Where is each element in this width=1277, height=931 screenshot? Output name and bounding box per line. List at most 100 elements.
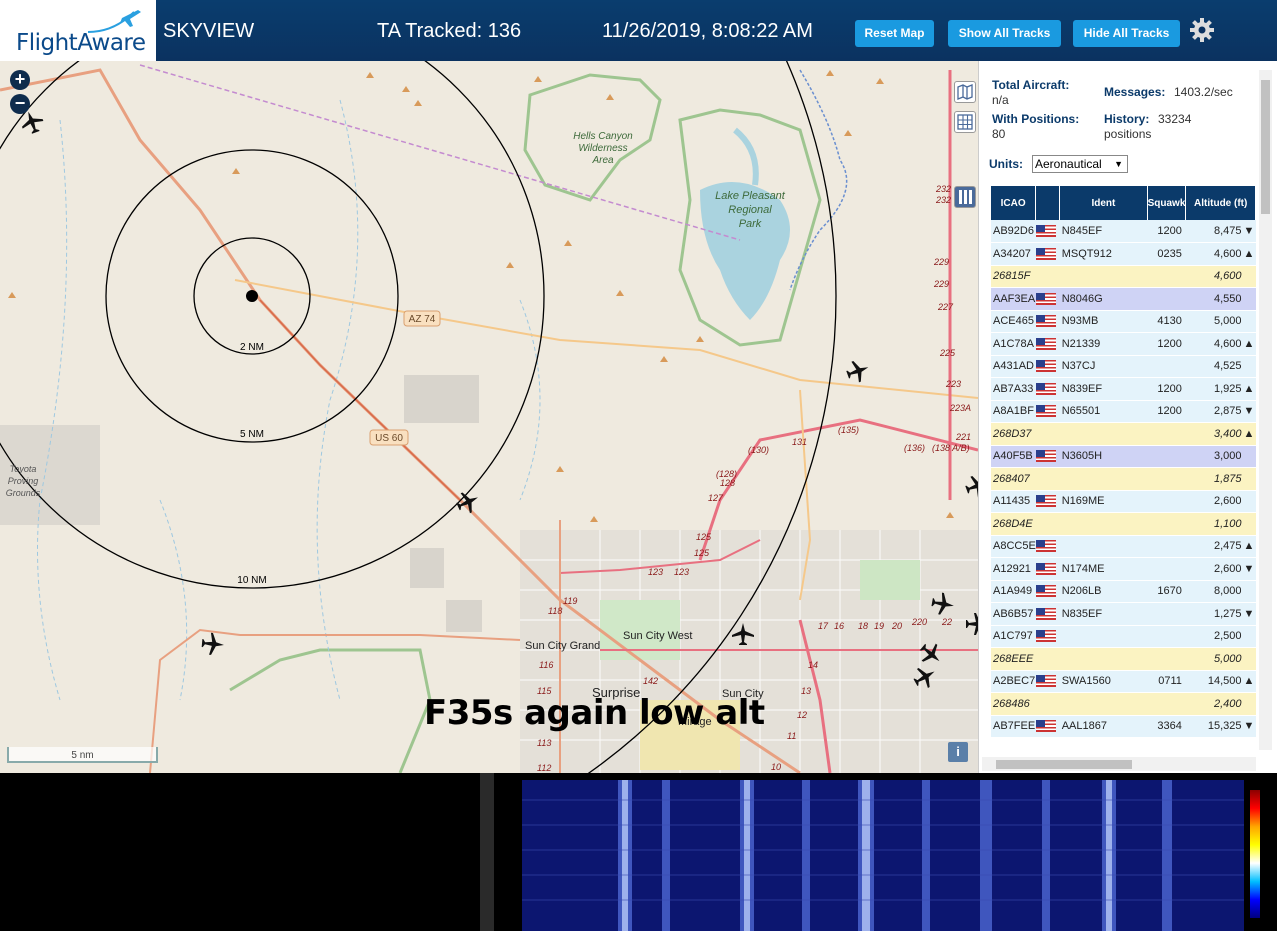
- aircraft-icao: A11435: [991, 490, 1036, 513]
- flightaware-logo[interactable]: FlightAware: [0, 0, 156, 61]
- aircraft-icon[interactable]: [930, 591, 956, 617]
- panel-divider[interactable]: [480, 773, 494, 931]
- table-row[interactable]: 268D37 3,400 ▲: [991, 422, 1256, 446]
- svg-text:223: 223: [945, 379, 961, 389]
- aircraft-icon[interactable]: [964, 611, 978, 637]
- us-flag-icon: [1035, 540, 1056, 553]
- aircraft-altitude: 4,600: [1185, 265, 1244, 288]
- aircraft-ident: N3605H: [1059, 445, 1148, 468]
- aircraft-icon[interactable]: [912, 664, 938, 690]
- us-flag-icon: [1035, 675, 1056, 688]
- aircraft-icao: 26815F: [991, 265, 1036, 288]
- svg-text:116: 116: [539, 660, 553, 670]
- hide-all-tracks-button[interactable]: Hide All Tracks: [1073, 20, 1180, 47]
- vertical-rate-icon: ▼: [1243, 400, 1256, 423]
- aircraft-ident: [1059, 265, 1148, 288]
- aircraft-icon[interactable]: [730, 621, 756, 647]
- info-button[interactable]: i: [948, 742, 968, 762]
- table-row[interactable]: AB7FEE AAL1867 3364 15,325 ▼: [991, 715, 1256, 738]
- zoom-out-button[interactable]: −: [10, 94, 30, 114]
- table-row[interactable]: AB92D6 N845EF 1200 8,475 ▼: [991, 220, 1256, 243]
- road-shield-us60: US 60: [375, 433, 403, 444]
- units-select[interactable]: Aeronautical ▼: [1032, 155, 1128, 173]
- table-row[interactable]: AB7A33 N839EF 1200 1,925 ▲: [991, 377, 1256, 401]
- sidebar-horizontal-scrollbar[interactable]: [982, 757, 1256, 771]
- table-row[interactable]: A1C78A N21339 1200 4,600 ▲: [991, 332, 1256, 356]
- range-label-10nm: 10 NM: [237, 575, 266, 586]
- svg-text:221: 221: [955, 432, 971, 442]
- aircraft-ident: N8046G: [1059, 287, 1148, 311]
- table-row[interactable]: A431AD N37CJ 4,525: [991, 355, 1256, 378]
- vertical-rate-icon: [1243, 310, 1256, 333]
- scrollbar-thumb[interactable]: [1261, 80, 1270, 214]
- aircraft-icao: ACE465: [991, 310, 1036, 333]
- col-altitude[interactable]: Altitude (ft): [1185, 186, 1256, 220]
- table-row[interactable]: A8CC5E 2,475 ▲: [991, 535, 1256, 558]
- table-row[interactable]: A1A949 N206LB 1670 8,000: [991, 580, 1256, 603]
- map-canvas[interactable]: 2 NM 5 NM 10 NM AZ 74 US 60 Hells Canyon…: [0, 61, 978, 773]
- table-row[interactable]: A34207 MSQT912 0235 4,600 ▲: [991, 242, 1256, 266]
- table-row[interactable]: A2BEC7 SWA1560 0711 14,500 ▲: [991, 670, 1256, 693]
- aircraft-icao: AB92D6: [991, 220, 1036, 243]
- table-row[interactable]: ACE465 N93MB 4130 5,000: [991, 310, 1256, 333]
- col-icao[interactable]: ICAO: [991, 186, 1037, 220]
- aircraft-squawk: [1147, 625, 1186, 648]
- table-row[interactable]: A40F5B N3605H 3,000: [991, 445, 1256, 468]
- place-sun-city-grand: Sun City Grand: [525, 640, 600, 652]
- aircraft-icao: 268407: [991, 467, 1036, 491]
- sidebar-vertical-scrollbar[interactable]: [1259, 70, 1272, 750]
- map-layers-icon[interactable]: [954, 81, 976, 103]
- aircraft-icao: 268486: [991, 692, 1036, 716]
- col-squawk[interactable]: Squawk: [1147, 186, 1187, 220]
- table-row[interactable]: A12921 N174ME 2,600 ▼: [991, 557, 1256, 581]
- table-row[interactable]: A8A1BF N65501 1200 2,875 ▼: [991, 400, 1256, 423]
- aircraft-icon[interactable]: [455, 489, 481, 515]
- aircraft-icao: A8CC5E: [991, 535, 1036, 558]
- vertical-rate-icon: [1243, 512, 1256, 536]
- zoom-in-button[interactable]: +: [10, 70, 30, 90]
- vertical-rate-icon: [1243, 445, 1256, 468]
- aircraft-squawk: [1147, 422, 1186, 446]
- aircraft-squawk: [1147, 692, 1186, 716]
- table-row[interactable]: 268486 2,400: [991, 692, 1256, 716]
- us-flag-icon: [1035, 337, 1056, 350]
- col-ident[interactable]: Ident: [1059, 186, 1148, 220]
- table-row[interactable]: AB6B57 N835EF 1,275 ▼: [991, 602, 1256, 626]
- columns-toggle-icon[interactable]: [954, 186, 976, 208]
- table-row[interactable]: AAF3EA N8046G 4,550: [991, 287, 1256, 311]
- aircraft-icao: 268D37: [991, 422, 1036, 446]
- svg-text:113: 113: [537, 738, 551, 748]
- table-row[interactable]: 268407 1,875: [991, 467, 1256, 491]
- us-flag-icon: [1035, 562, 1056, 575]
- table-row[interactable]: A1C797 2,500: [991, 625, 1256, 648]
- table-row[interactable]: 26815F 4,600: [991, 265, 1256, 288]
- col-flag[interactable]: [1035, 186, 1061, 220]
- with-positions-label: With Positions:: [992, 112, 1080, 126]
- svg-text:(135): (135): [838, 425, 859, 435]
- aircraft-ident: AAL1867: [1059, 715, 1148, 738]
- table-row[interactable]: 268D4E 1,100: [991, 512, 1256, 536]
- aircraft-altitude: 1,875: [1185, 467, 1244, 491]
- grid-toggle-icon[interactable]: [954, 111, 976, 133]
- scrollbar-thumb[interactable]: [996, 760, 1132, 769]
- flag-icon-cell: [1035, 557, 1060, 581]
- place-hells-canyon-2: Wilderness: [578, 143, 627, 154]
- reset-map-button[interactable]: Reset Map: [855, 20, 934, 47]
- svg-text:(130): (130): [748, 445, 769, 455]
- flag-icon-cell: [1035, 422, 1060, 446]
- vertical-rate-icon: ▲: [1243, 242, 1256, 266]
- aircraft-icon[interactable]: [200, 631, 226, 657]
- aircraft-squawk: 1200: [1147, 400, 1186, 423]
- settings-gear-icon[interactable]: [1189, 17, 1215, 43]
- show-all-tracks-button[interactable]: Show All Tracks: [948, 20, 1061, 47]
- aircraft-squawk: [1147, 490, 1186, 513]
- vertical-rate-icon: [1243, 265, 1256, 288]
- map-view[interactable]: 2 NM 5 NM 10 NM AZ 74 US 60 Hells Canyon…: [0, 61, 978, 773]
- aircraft-icao: 268D4E: [991, 512, 1036, 536]
- aircraft-ident: [1059, 467, 1148, 491]
- table-row[interactable]: A11435 N169ME 2,600: [991, 490, 1256, 513]
- table-row[interactable]: 268EEE 5,000: [991, 647, 1256, 671]
- aircraft-icon[interactable]: [964, 473, 978, 499]
- aircraft-icon[interactable]: [845, 358, 871, 384]
- svg-text:125: 125: [696, 532, 712, 542]
